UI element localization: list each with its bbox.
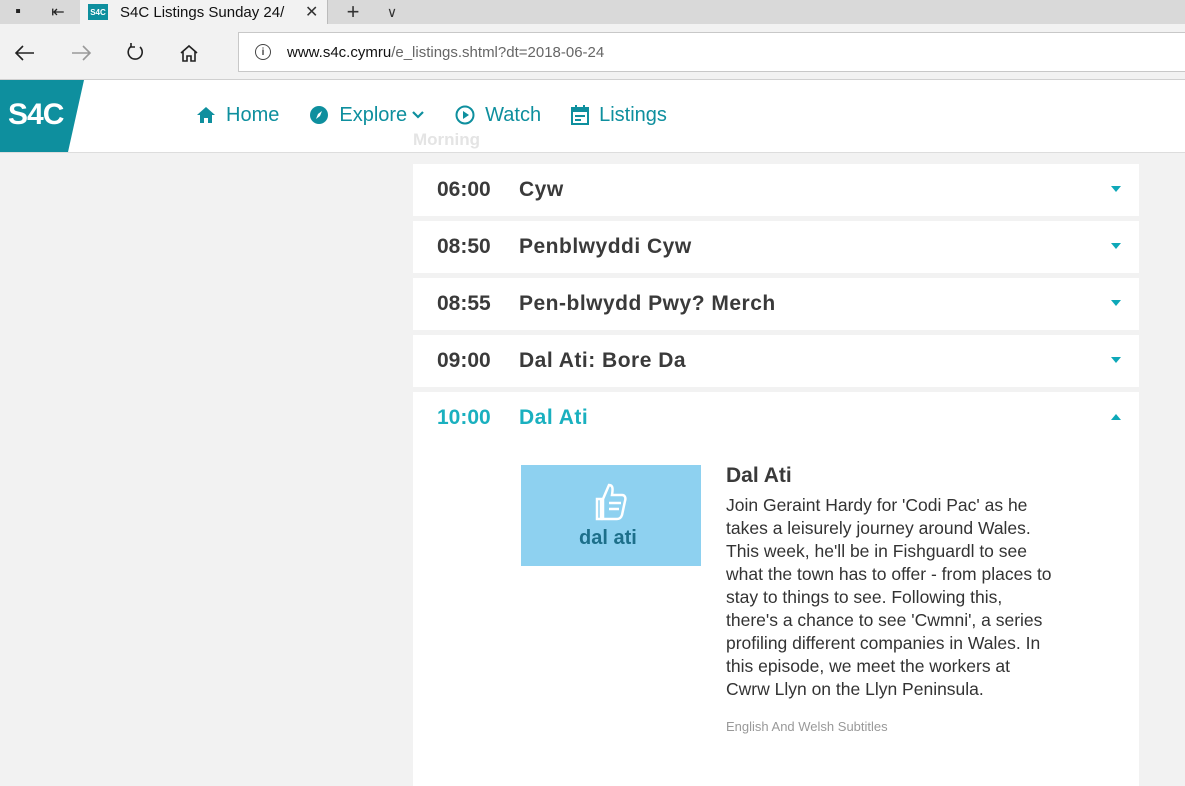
listing-title: Cyw [519, 178, 564, 201]
main-menu: Home Explore Watch Listings [196, 100, 697, 130]
s4c-favicon: S4C [88, 4, 108, 20]
caret-up-icon[interactable] [1111, 414, 1121, 420]
listing-title: Penblwyddi Cyw [519, 235, 692, 258]
listing-row[interactable]: 08:50 Penblwyddi Cyw [413, 221, 1139, 273]
listing-time: 06:00 [437, 178, 491, 201]
caret-down-icon[interactable] [1111, 243, 1121, 249]
nav-explore[interactable]: Explore [309, 104, 425, 127]
chevron-down-icon [412, 111, 424, 119]
url-text: www.s4c.cymru/e_listings.shtml?dt=2018-0… [287, 43, 605, 61]
programme-image: dal ati [521, 465, 701, 566]
new-tab-icon[interactable]: + [338, 0, 368, 24]
forward-arrow-icon[interactable] [64, 36, 98, 70]
info-icon[interactable]: i [255, 44, 271, 60]
back-arrow-icon[interactable] [8, 36, 42, 70]
play-circle-icon [455, 105, 475, 125]
logo-text: S4C [8, 98, 64, 131]
subtitles-note: English And Welsh Subtitles [726, 719, 888, 734]
close-tab-icon[interactable]: ✕ [305, 2, 318, 22]
section-label: Morning [413, 130, 481, 149]
caret-down-icon[interactable] [1111, 300, 1121, 306]
listing-row[interactable]: 06:00 Cyw [413, 164, 1139, 216]
browser-tab-bar: ▪ ⇤ S4C S4C Listings Sunday 24/ ✕ + ∨ [0, 0, 1185, 24]
thumbs-up-icon [595, 483, 627, 521]
nav-home-label: Home [226, 103, 280, 126]
listing-title: Dal Ati: Bore Da [519, 349, 687, 372]
s4c-logo[interactable]: S4C [0, 80, 84, 152]
programme-image-text: dal ati [579, 527, 637, 549]
nav-home[interactable]: Home [196, 104, 279, 127]
listing-time: 10:00 [437, 406, 491, 429]
programme-info: Dal Ati Join Geraint Hardy for 'Codi Pac… [726, 464, 1056, 734]
caret-down-icon[interactable] [1111, 357, 1121, 363]
listing-row[interactable]: 08:55 Pen-blwydd Pwy? Merch [413, 278, 1139, 330]
browser-nav-bar: i www.s4c.cymru/e_listings.shtml?dt=2018… [0, 24, 1185, 80]
listing-row[interactable]: 09:00 Dal Ati: Bore Da [413, 335, 1139, 387]
programme-title: Dal Ati [726, 464, 792, 487]
listing-row-expanded[interactable]: 10:00 Dal Ati dal ati Dal Ati Join Gerai… [413, 392, 1139, 786]
site-header: S4C Home Explore Watch Listings [0, 80, 1185, 153]
home-icon [197, 107, 215, 123]
caret-down-icon[interactable] [1111, 186, 1121, 192]
address-bar[interactable]: i www.s4c.cymru/e_listings.shtml?dt=2018… [238, 32, 1185, 72]
tab-actions-icon[interactable]: ▪ [4, 0, 32, 24]
set-tabs-aside-icon[interactable]: ⇤ [44, 0, 72, 24]
refresh-icon[interactable] [118, 36, 152, 70]
nav-watch[interactable]: Watch [455, 104, 541, 127]
programme-description: Join Geraint Hardy for 'Codi Pac' as he … [726, 495, 1052, 699]
listing-title: Dal Ati [519, 406, 589, 429]
nav-watch-label: Watch [485, 103, 542, 126]
nav-listings-label: Listings [599, 103, 667, 126]
listing-time: 08:55 [437, 292, 491, 315]
calendar-icon [571, 105, 590, 125]
listing-time: 08:50 [437, 235, 491, 258]
tab-title: S4C Listings Sunday 24/ [120, 3, 285, 21]
browser-tab[interactable]: S4C S4C Listings Sunday 24/ ✕ [80, 0, 328, 24]
home-browser-icon[interactable] [172, 36, 206, 70]
listing-time: 09:00 [437, 349, 491, 372]
nav-explore-label: Explore [339, 103, 408, 126]
chevron-down-icon[interactable]: ∨ [378, 0, 406, 24]
nav-listings[interactable]: Listings [571, 104, 667, 127]
listing-title: Pen-blwydd Pwy? Merch [519, 292, 776, 315]
compass-icon [310, 106, 329, 124]
